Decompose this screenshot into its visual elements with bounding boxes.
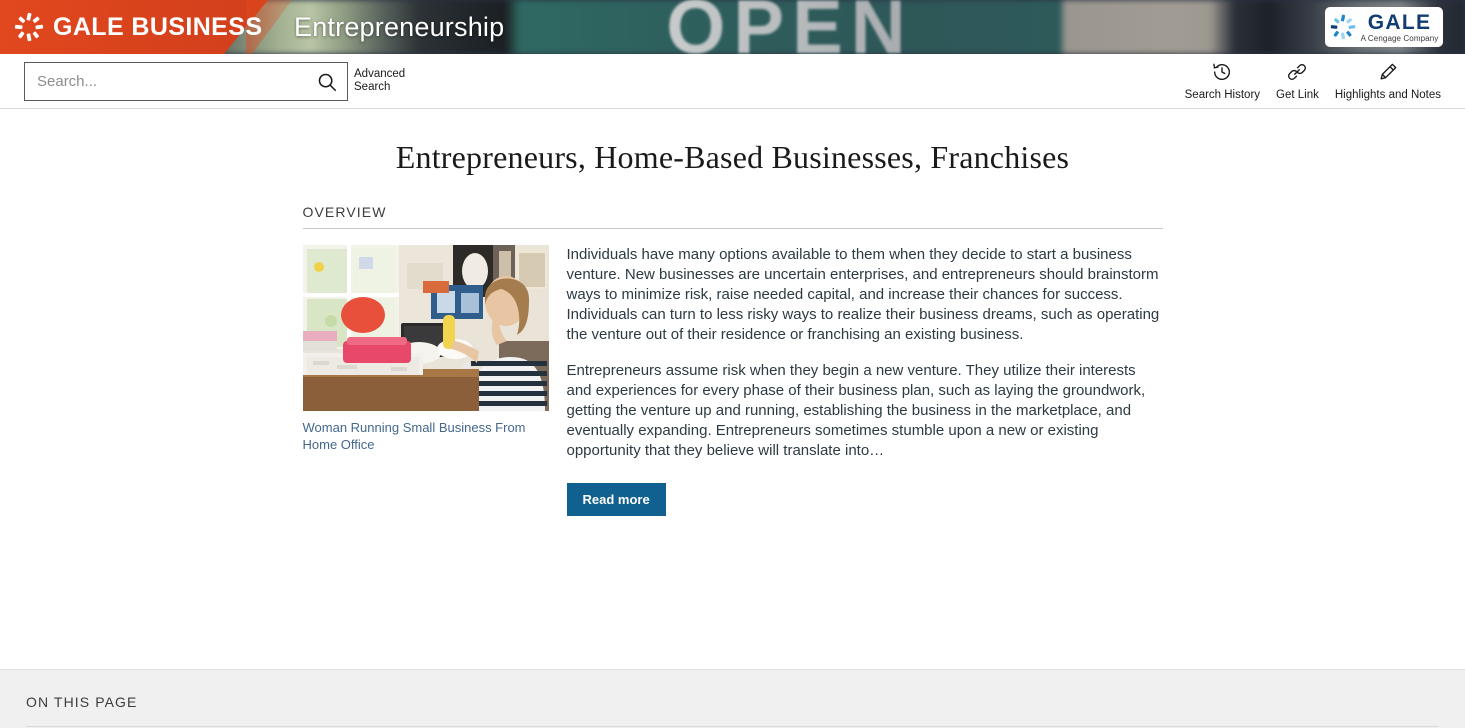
link-chain-icon: [1286, 59, 1308, 85]
search-toolbar: Advanced Search Search History G: [0, 54, 1465, 109]
on-this-page-section: ON THIS PAGE Business Plans (19): [0, 669, 1465, 728]
overview-paragraph-2: Entrepreneurs assume risk when they begi…: [566, 362, 1146, 459]
overview-heading: OVERVIEW: [302, 204, 1163, 229]
on-this-page-divider: [26, 726, 1439, 727]
overview-thumbnail[interactable]: [302, 245, 549, 411]
brand-name: GALE BUSINESS: [53, 12, 263, 41]
overview-paragraph-1: Individuals have many options available …: [566, 246, 1160, 343]
home-office-photo: [302, 245, 549, 411]
overview-section: OVERVIEW Woman Running Small Business Fr…: [302, 204, 1163, 516]
get-link-button[interactable]: Get Link: [1268, 59, 1327, 101]
advanced-search-line2: Search: [354, 81, 391, 93]
page-title: Entrepreneurs, Home-Based Businesses, Fr…: [395, 139, 1070, 175]
gale-burst-icon: [14, 12, 44, 42]
overview-body: Woman Running Small Business From Home O…: [302, 229, 1163, 516]
site-banner: OPEN GALE BUSINESS Entrepreneurship: [0, 0, 1465, 54]
highlighter-pen-icon: [1377, 59, 1399, 85]
gale-publisher-badge[interactable]: GALE A Cengage Company: [1325, 7, 1443, 47]
advanced-search-line1: Advanced: [354, 68, 406, 80]
main-content: Entrepreneurs, Home-Based Businesses, Fr…: [0, 109, 1465, 728]
highlights-and-notes-button[interactable]: Highlights and Notes: [1327, 59, 1449, 101]
gale-badge-subtitle: A Cengage Company: [1360, 33, 1439, 43]
search-history-label: Search History: [1184, 89, 1261, 101]
overview-image-caption-link[interactable]: Woman Running Small Business From Home O…: [303, 419, 549, 453]
advanced-search-link[interactable]: Advanced Search: [354, 68, 424, 94]
gale-badge-text: GALE A Cengage Company: [1361, 12, 1439, 43]
on-this-page-heading: ON THIS PAGE: [26, 694, 138, 710]
search-input[interactable]: [25, 73, 307, 90]
read-more-button[interactable]: Read more: [566, 483, 666, 516]
search-icon: [318, 73, 337, 91]
get-link-label: Get Link: [1276, 89, 1319, 101]
search-field[interactable]: [24, 62, 348, 101]
highlights-and-notes-label: Highlights and Notes: [1334, 89, 1441, 101]
search-submit-button[interactable]: [307, 63, 347, 100]
overview-text-column: Individuals have many options available …: [566, 245, 1163, 516]
product-title: Entrepreneurship: [294, 11, 505, 42]
overview-image-column: Woman Running Small Business From Home O…: [302, 245, 549, 516]
brand-logo[interactable]: GALE BUSINESS: [14, 0, 262, 54]
history-clock-icon: [1211, 59, 1233, 85]
gale-burst-icon: [1330, 14, 1355, 40]
search-history-button[interactable]: Search History: [1177, 59, 1268, 101]
top-tools: Search History Get Link Highlights and N…: [1177, 59, 1449, 101]
gale-badge-title: GALE: [1367, 10, 1432, 34]
